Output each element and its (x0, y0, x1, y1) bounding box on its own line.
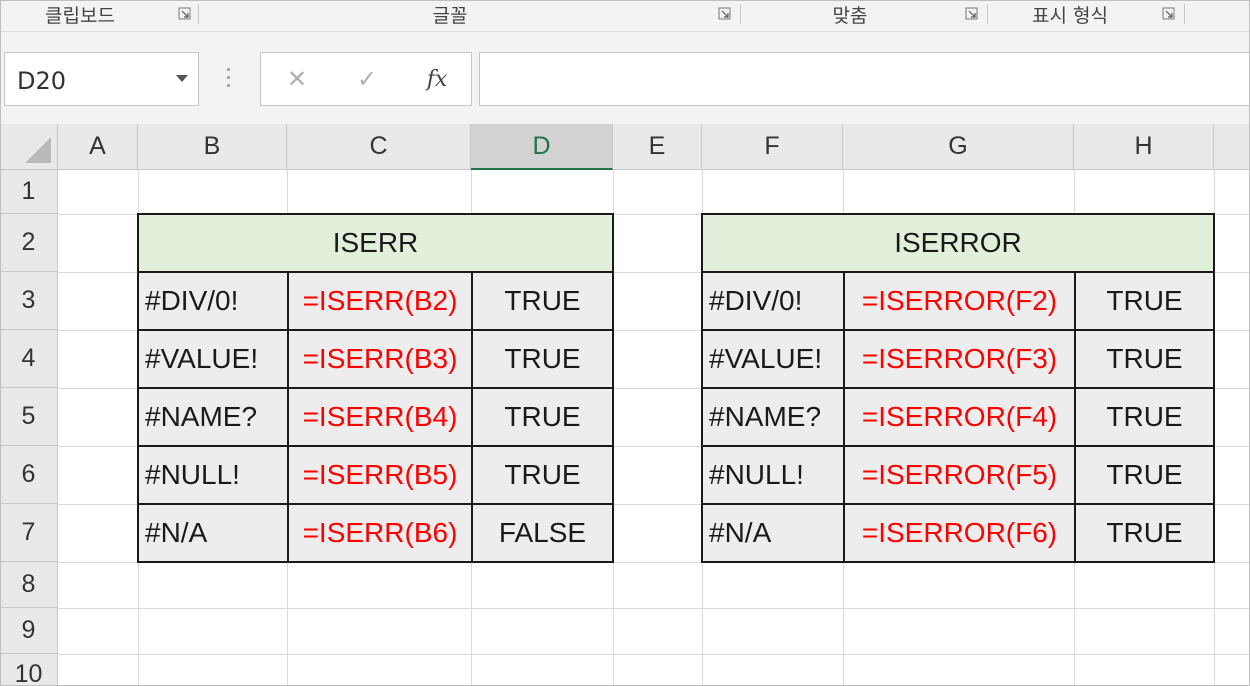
iserror-title-cell[interactable]: ISERROR (701, 213, 1215, 273)
name-box-value: D20 (17, 67, 67, 95)
iserr-formula-cell[interactable]: =ISERR(B5) (287, 445, 473, 505)
iserr-formula-cell[interactable]: =ISERR(B4) (287, 387, 473, 447)
row-header-10[interactable]: 10 (0, 654, 58, 686)
ribbon-separator (1184, 4, 1185, 24)
row-header-5[interactable]: 5 (0, 388, 58, 446)
column-header-i[interactable] (1214, 124, 1250, 170)
iserror-result-cell[interactable]: TRUE (1074, 503, 1215, 563)
ribbon-separator (740, 4, 741, 24)
iserr-value-cell[interactable]: #DIV/0! (137, 271, 289, 331)
iserror-result-cell[interactable]: TRUE (1074, 271, 1215, 331)
iserr-result-cell[interactable]: TRUE (471, 387, 614, 447)
drag-handle-icon[interactable] (226, 68, 232, 90)
dialog-launcher-icon[interactable] (178, 7, 191, 20)
row-header-4[interactable]: 4 (0, 330, 58, 388)
cancel-icon[interactable]: ✕ (267, 53, 327, 105)
iserr-value-cell[interactable]: #VALUE! (137, 329, 289, 389)
iserror-result-cell[interactable]: TRUE (1074, 445, 1215, 505)
iserr-formula-cell[interactable]: =ISERR(B3) (287, 329, 473, 389)
column-header-f[interactable]: F (702, 124, 843, 170)
iserr-value-cell[interactable]: #NULL! (137, 445, 289, 505)
enter-icon[interactable]: ✓ (337, 53, 397, 105)
dialog-launcher-icon[interactable] (965, 7, 978, 20)
insert-function-icon[interactable]: fx (407, 53, 467, 105)
iserror-result-cell[interactable]: TRUE (1074, 329, 1215, 389)
iserror-formula-cell[interactable]: =ISERROR(F4) (843, 387, 1076, 447)
iserror-value-cell[interactable]: #NAME? (701, 387, 845, 447)
formula-input[interactable] (479, 52, 1250, 106)
ribbon-group-alignment: 맞춤 (832, 4, 868, 27)
column-header-g[interactable]: G (843, 124, 1074, 170)
row-header-9[interactable]: 9 (0, 608, 58, 654)
ribbon-separator (198, 4, 199, 24)
iserr-result-cell[interactable]: TRUE (471, 445, 614, 505)
iserr-result-cell[interactable]: TRUE (471, 329, 614, 389)
column-header-h[interactable]: H (1074, 124, 1214, 170)
row-header-8[interactable]: 8 (0, 562, 58, 608)
row-header-6[interactable]: 6 (0, 446, 58, 504)
iserror-formula-cell[interactable]: =ISERROR(F3) (843, 329, 1076, 389)
row-header-1[interactable]: 1 (0, 170, 58, 214)
chevron-down-icon[interactable] (176, 75, 188, 82)
iserr-result-cell[interactable]: TRUE (471, 271, 614, 331)
iserr-title-cell[interactable]: ISERR (137, 213, 614, 273)
formula-bar: D20 ✕ ✓ fx (0, 32, 1250, 124)
column-header-c[interactable]: C (287, 124, 471, 170)
iserr-result-cell[interactable]: FALSE (471, 503, 614, 563)
ribbon-group-number-format: 표시 형식 (1032, 4, 1108, 27)
gridline (58, 608, 1250, 609)
iserr-value-cell[interactable]: #N/A (137, 503, 289, 563)
iserror-formula-cell[interactable]: =ISERROR(F6) (843, 503, 1076, 563)
column-header-b[interactable]: B (138, 124, 287, 170)
ribbon-separator (987, 4, 988, 24)
formula-buttons: ✕ ✓ fx (260, 52, 472, 106)
row-header-3[interactable]: 3 (0, 272, 58, 330)
column-header-d[interactable]: D (471, 124, 613, 170)
name-box[interactable]: D20 (4, 52, 199, 106)
dialog-launcher-icon[interactable] (718, 7, 731, 20)
column-header-e[interactable]: E (613, 124, 702, 170)
ribbon-group-font: 글꼴 (432, 4, 468, 27)
iserror-formula-cell[interactable]: =ISERROR(F2) (843, 271, 1076, 331)
iserror-value-cell[interactable]: #NULL! (701, 445, 845, 505)
select-all-button[interactable] (0, 124, 58, 170)
row-header-2[interactable]: 2 (0, 214, 58, 272)
iserr-value-cell[interactable]: #NAME? (137, 387, 289, 447)
gridline (58, 654, 1250, 655)
row-header-7[interactable]: 7 (0, 504, 58, 562)
ribbon-group-clipboard: 클립보드 (45, 4, 115, 27)
iserror-value-cell[interactable]: #DIV/0! (701, 271, 845, 331)
iserr-formula-cell[interactable]: =ISERR(B2) (287, 271, 473, 331)
iserror-formula-cell[interactable]: =ISERROR(F5) (843, 445, 1076, 505)
iserr-formula-cell[interactable]: =ISERR(B6) (287, 503, 473, 563)
iserror-value-cell[interactable]: #N/A (701, 503, 845, 563)
iserror-value-cell[interactable]: #VALUE! (701, 329, 845, 389)
iserror-result-cell[interactable]: TRUE (1074, 387, 1215, 447)
column-header-a[interactable]: A (58, 124, 138, 170)
worksheet-grid[interactable]: A B C D E F G H 1 2 3 4 5 6 7 8 9 10 ISE… (0, 124, 1250, 686)
dialog-launcher-icon[interactable] (1162, 7, 1175, 20)
ribbon-group-strip: 클립보드 글꼴 맞춤 표시 형식 (0, 0, 1250, 32)
